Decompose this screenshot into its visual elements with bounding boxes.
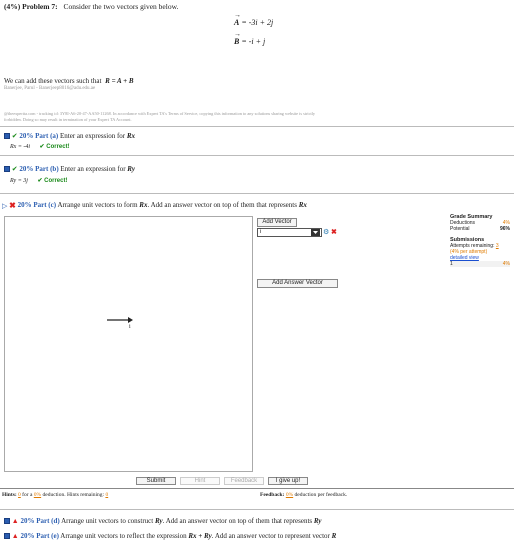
part-e-var: Rx + Ry [188,532,212,540]
part-e-text2: . Add an answer vector to represent vect… [211,532,330,540]
divider [0,509,514,510]
part-c-text: Arrange unit vectors to form [57,201,138,210]
minus-toggle-icon[interactable] [4,518,10,525]
give-up-button[interactable]: I give up! [268,477,308,485]
part-e-label: 20% Part (e) [20,532,59,540]
part-a-label: 20% Part (a) [19,132,59,140]
attempts-value: 3 [495,243,499,249]
part-a-answer-row: Rx = -4i ✔ Correct! [10,143,70,150]
hints-remaining: 0 [105,492,109,498]
hint-button[interactable]: Hint [180,477,220,485]
part-b-answer: Ry = 3j [10,178,28,184]
warning-icon: ▲ [11,517,19,526]
part-d-header[interactable]: ▲ 20% Part (d) Arrange unit vectors to c… [4,517,322,525]
vector-a-expr: = -3i + 2j [241,18,274,27]
feedback-pct: 0% [285,492,294,498]
part-e-text: Arrange unit vectors to reflect the expr… [60,532,187,540]
error-x-icon: ✖ [9,201,16,210]
part-a-var: Rx [126,132,136,140]
feedback-button[interactable]: Feedback [224,477,264,485]
canvas-vector-label: i [129,324,131,330]
part-e-header[interactable]: ▲ 20% Part (e) Arrange unit vectors to r… [4,532,336,540]
chevron-down-icon[interactable] [311,229,320,236]
part-b-header[interactable]: ✔ 20% Part (b) Enter an expression for R… [4,165,135,173]
vector-r-symbol: R [105,77,110,85]
checkmark-icon: ✔ [11,165,18,174]
hints-pct: 0% [33,492,42,498]
minus-toggle-icon[interactable] [4,166,10,173]
divider [0,488,514,489]
part-d-text2: . Add an answer vector on top of them th… [162,517,313,525]
watermark-line-1: @theexpertta.com - tracking id: 3Y8I-A6-… [4,111,316,116]
equation-a: → A = -3i + 2j [234,11,274,27]
vector-b-expr: = -i + j [241,37,266,46]
vector-canvas[interactable]: i [4,216,253,472]
add-answer-vector-button[interactable]: Add Answer Vector [257,279,338,288]
part-c-label: 20% Part (c) [17,201,57,210]
watermark-line-2: forbidden. Doing so may result in termin… [4,117,132,122]
feedback-row: Feedback: 0% deduction per feedback. [260,492,348,498]
part-d-text: Arrange unit vectors to construct [61,517,154,525]
part-c-header[interactable]: ▷ ✖ 20% Part (c) Arrange unit vectors to… [2,201,307,210]
part-b-label: 20% Part (b) [19,165,59,173]
unit-vector-select-value: i [260,229,262,235]
part-a-text: Enter an expression for [60,132,126,140]
equation-b: → B = -i + j [234,30,266,46]
warning-icon: ▲ [11,532,19,541]
part-a-answer: Rx = -4i [10,144,31,150]
submission-value: 4% [502,261,510,267]
delete-x-icon[interactable]: ✖ [331,228,337,236]
part-d-var: Ry [154,517,163,525]
vector-canvas-svg [107,317,133,323]
divider [0,155,514,156]
part-a-status: ✔ Correct! [39,144,70,150]
unit-vector-i-head[interactable] [128,317,133,323]
problem-title: Problem 7: [22,2,58,11]
problem-header: (4%) Problem 7: Consider the two vectors… [4,2,178,11]
vector-b-symbol: → B [234,30,241,46]
student-line: Banerjee, Parul - Banerjeep8016@adu.edu.… [4,86,96,91]
part-b-status: ✔ Correct! [37,178,68,184]
grade-summary: Grade Summary Deductions 4% Potential 96% … [450,214,510,267]
part-b-text: Enter an expression for [60,165,126,173]
intro-text: We can add these vectors such that R = A… [4,77,134,85]
vector-a-symbol: → A [234,11,241,27]
hints-count: 0 [18,492,21,498]
potential-value: 96% [499,226,510,232]
part-d-var2: Ry [313,517,322,525]
settings-icon[interactable]: ⚙ [323,228,329,236]
unit-vector-select[interactable]: i [257,228,322,237]
part-b-answer-row: Ry = 3j ✔ Correct! [10,177,67,184]
submission-number: 1 [450,261,453,267]
problem-statement: Consider the two vectors given below. [63,2,179,11]
add-vector-button[interactable]: Add Vector [257,218,297,227]
part-c-var2: Rx [298,201,307,210]
problem-weight: (4%) [4,2,21,11]
expand-arrow-icon[interactable]: ▷ [2,202,7,210]
hints-row: Hints: 0 for a 0% deduction. Hints remai… [2,492,109,498]
part-b-var: Ry [127,165,135,173]
hints-label: Hints: [2,492,17,498]
feedback-label: Feedback: [260,492,285,498]
part-d-label: 20% Part (d) [20,517,60,525]
minus-toggle-icon[interactable] [4,533,10,540]
part-a-header[interactable]: ✔ 20% Part (a) Enter an expression for R… [4,132,135,140]
divider [0,193,514,194]
minus-toggle-icon[interactable] [4,133,10,140]
checkmark-icon: ✔ [11,132,18,141]
part-e-var2: R [331,532,337,540]
submit-button[interactable]: Submit [136,477,176,485]
divider [0,126,514,127]
part-c-text2: . Add an answer vector on top of them th… [147,201,297,210]
potential-label: Potential [450,226,470,232]
